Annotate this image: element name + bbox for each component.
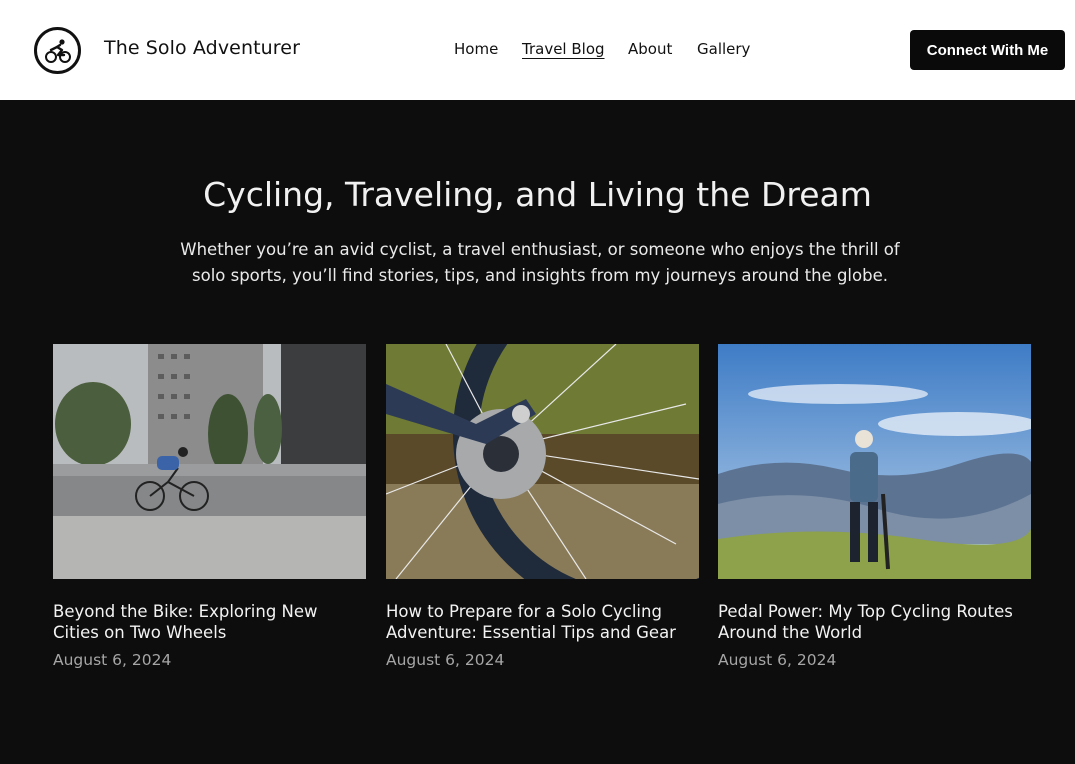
nav-about[interactable]: About [628,40,672,58]
connect-button[interactable]: Connect With Me [910,30,1065,70]
nav-travel-blog[interactable]: Travel Blog [522,40,605,58]
post-date: August 6, 2024 [53,651,172,669]
bike-wheel-closeup-photo[interactable] [386,344,699,579]
site-header: The Solo Adventurer Home Travel Blog Abo… [0,0,1075,100]
mountain-cyclist-photo[interactable] [718,344,1031,579]
hero-title: Cycling, Traveling, and Living the Dream [203,175,872,214]
post-card[interactable]: Pedal Power: My Top Cycling Routes Aroun… [718,344,1031,669]
post-title[interactable]: Beyond the Bike: Exploring New Cities on… [53,601,366,643]
post-title[interactable]: How to Prepare for a Solo Cycling Advent… [386,601,699,643]
post-date: August 6, 2024 [386,651,505,669]
nav-gallery[interactable]: Gallery [697,40,750,58]
post-date: August 6, 2024 [718,651,837,669]
post-card[interactable]: How to Prepare for a Solo Cycling Advent… [386,344,699,669]
hero-subtitle: Whether you’re an avid cyclist, a travel… [180,240,900,285]
post-card[interactable]: Beyond the Bike: Exploring New Cities on… [53,344,366,669]
city-cyclist-photo[interactable] [53,344,366,579]
nav-home[interactable]: Home [454,40,498,58]
post-title[interactable]: Pedal Power: My Top Cycling Routes Aroun… [718,601,1031,643]
